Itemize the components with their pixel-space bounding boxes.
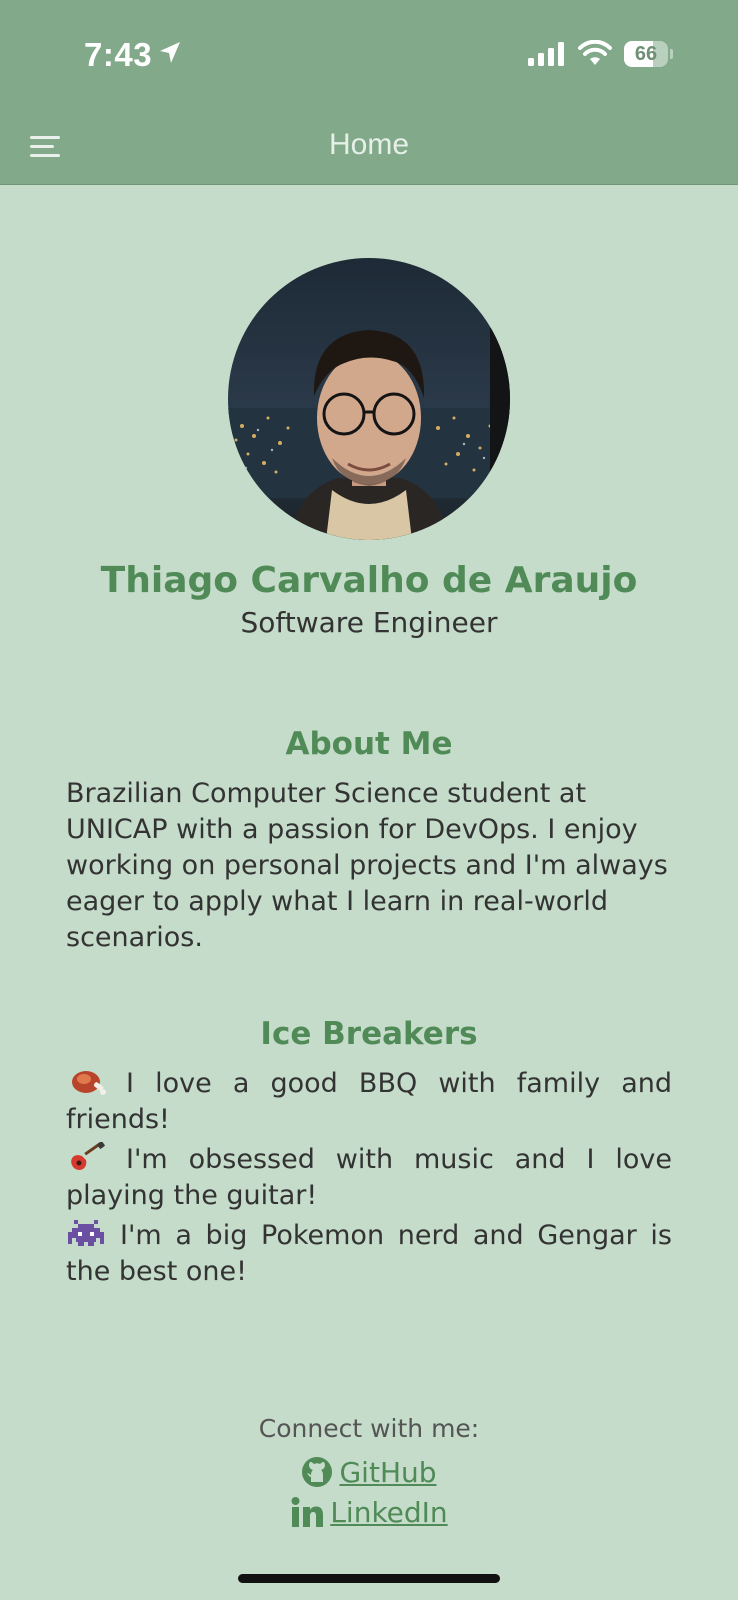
linkedin-link-row: LinkedIn	[0, 1496, 738, 1529]
battery-percentage: 66	[634, 43, 658, 65]
profile-name: Thiago Carvalho de Araujo	[100, 560, 638, 601]
ice-breaker-first-line: I love a good BBQ with family and	[66, 1066, 672, 1102]
alien-monster-icon	[68, 1220, 104, 1246]
linkedin-link[interactable]: LinkedIn	[330, 1496, 447, 1529]
about-line: working on personal projects and I'm alw…	[66, 850, 668, 881]
page-title: Home	[328, 128, 410, 161]
github-link[interactable]: GitHub	[339, 1456, 436, 1489]
about-heading: About Me	[285, 726, 453, 762]
cellular-signal-icon	[528, 42, 564, 66]
battery-icon: 66	[624, 41, 668, 67]
ice-breaker-text: I'm a big Pokemon nerd and Gengar is	[120, 1220, 672, 1251]
battery-indicator: 66	[624, 41, 673, 67]
profile-photo	[228, 258, 510, 540]
about-line: scenarios.	[66, 922, 203, 953]
meat-on-bone-icon	[72, 1071, 106, 1095]
ice-breaker-first-line: I'm obsessed with music and I love	[66, 1142, 672, 1178]
about-line: eager to apply what I learn in real-worl…	[66, 886, 609, 917]
status-bar: 7:43 66	[0, 0, 738, 110]
about-text: Brazilian Computer Science student at UN…	[66, 776, 672, 956]
battery-cap	[670, 49, 673, 59]
home-indicator[interactable]	[238, 1574, 500, 1583]
ice-breaker-text-cont: friends!	[66, 1104, 170, 1135]
github-link-row: GitHub	[0, 1456, 738, 1489]
about-line: UNICAP with a passion for DevOps. I enjo…	[66, 814, 638, 845]
github-icon[interactable]	[301, 1456, 333, 1488]
linkedin-icon[interactable]	[290, 1496, 324, 1528]
status-time: 7:43	[84, 36, 153, 73]
location-arrow-icon	[160, 42, 180, 63]
ice-breaker-text: I love a good BBQ with family and	[126, 1068, 672, 1099]
ice-breaker-item: I love a good BBQ with family and friend…	[66, 1066, 672, 1138]
about-line: Brazilian Computer Science student at	[66, 778, 587, 809]
avatar-image	[228, 258, 510, 540]
profile-role: Software Engineer	[240, 606, 498, 639]
ice-breaker-text-cont: the best one!	[66, 1256, 247, 1287]
ice-breaker-text: I'm obsessed with music and I love	[126, 1144, 672, 1175]
wifi-icon	[578, 40, 612, 65]
ice-breaker-item: I'm a big Pokemon nerd and Gengar is the…	[66, 1218, 672, 1290]
ice-breaker-text-cont: playing the guitar!	[66, 1180, 318, 1211]
guitar-icon	[71, 1142, 105, 1171]
ice-breaker-item: I'm obsessed with music and I love playi…	[66, 1142, 672, 1214]
app-header: 7:43 66 Home	[0, 0, 738, 185]
ice-breaker-first-line: I'm a big Pokemon nerd and Gengar is	[66, 1218, 672, 1254]
ice-breakers-heading: Ice Breakers	[260, 1016, 478, 1052]
connect-label: Connect with me:	[258, 1414, 480, 1443]
